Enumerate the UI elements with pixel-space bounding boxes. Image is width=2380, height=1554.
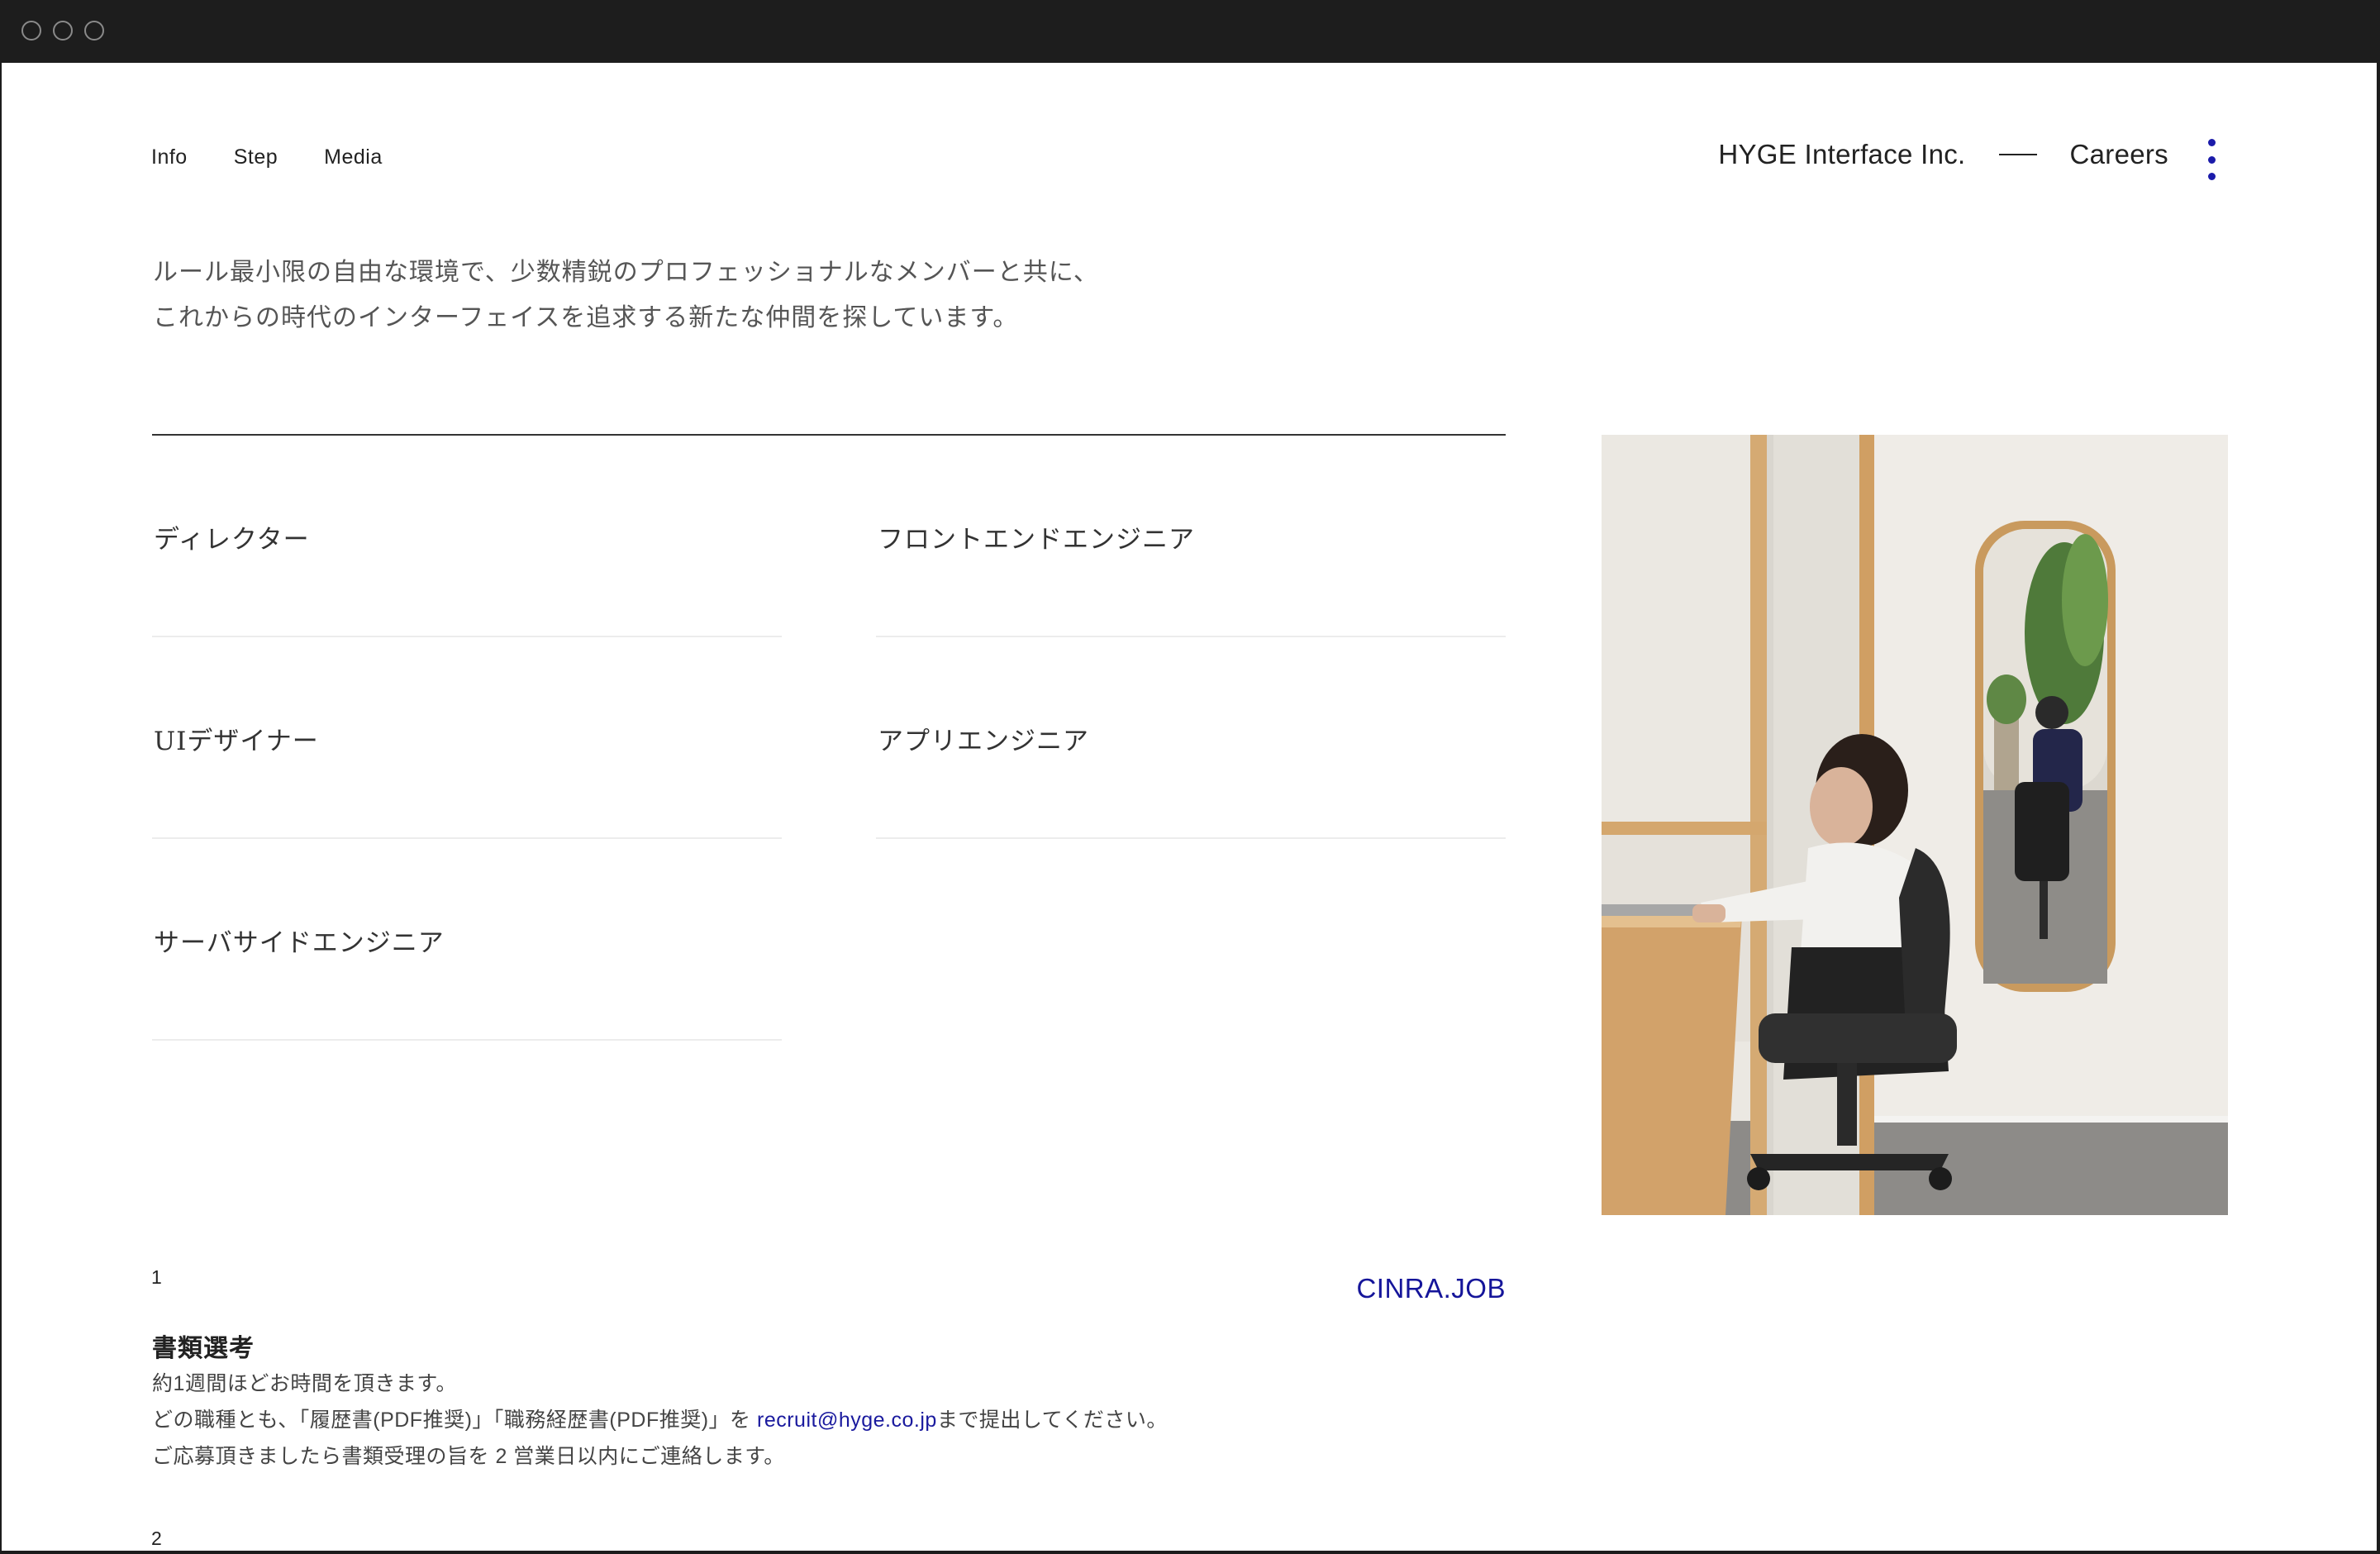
nav-media-link[interactable]: Media	[324, 145, 383, 169]
step-line-text: どの職種とも、「履歴書(PDF推奨)」「職務経歴書(PDF推奨)」を	[152, 1409, 757, 1432]
step-title: 書類選考	[152, 1335, 255, 1362]
job-item-app-engineer[interactable]: アプリエンジニア	[876, 637, 1506, 839]
menu-dot	[2207, 155, 2216, 164]
job-title: アプリエンジニア	[878, 727, 1089, 756]
company-name-link[interactable]: HYGE Interface Inc.	[1718, 139, 1965, 170]
menu-dot	[2207, 173, 2216, 180]
menu-dot	[2207, 139, 2216, 146]
recruit-email-link[interactable]: recruit@hyge.co.jp	[757, 1409, 937, 1432]
step-line: ご応募頂きましたら書類受理の旨を 2 営業日以内にご連絡します。	[152, 1445, 785, 1468]
kebab-menu-icon[interactable]	[2205, 139, 2218, 180]
window-close-button[interactable]	[21, 21, 41, 41]
intro-line: これからの時代のインターフェイスを追求する新たな仲間を探しています。	[153, 303, 1019, 332]
primary-nav: Info Step Media	[151, 145, 429, 169]
section-title: Careers	[2069, 139, 2168, 169]
window-maximize-button[interactable]	[84, 21, 104, 41]
job-title: サーバサイドエンジニア	[154, 928, 445, 958]
nav-step-link[interactable]: Step	[234, 145, 278, 169]
brand-divider	[1998, 154, 2037, 155]
step-line: 約1週間ほどお時間を頂きます。	[152, 1372, 457, 1395]
job-item-frontend-engineer[interactable]: フロントエンドエンジニア	[876, 436, 1506, 637]
step-number: 1	[151, 1266, 162, 1288]
job-title: フロントエンドエンジニア	[878, 525, 1195, 555]
office-photo	[1602, 435, 2228, 1215]
job-title: UIデザイナー	[154, 727, 319, 756]
window-minimize-button[interactable]	[53, 21, 73, 41]
step-description: 約1週間ほどお時間を頂きます。 どの職種とも、「履歴書(PDF推奨)」「職務経歴…	[152, 1366, 1168, 1475]
step-number: 2	[151, 1528, 162, 1549]
job-item-director[interactable]: ディレクター	[152, 436, 782, 637]
office-illustration	[1602, 435, 2228, 1215]
window-titlebar	[0, 0, 2380, 63]
careers-page: Info Step Media HYGE Interface Inc. Care…	[2, 63, 2377, 1551]
brand-header: HYGE Interface Inc. Careers	[1718, 139, 2168, 170]
nav-info-link[interactable]: Info	[151, 145, 188, 169]
intro-line: ルール最小限の自由な環境で、少数精鋭のプロフェッショナルなメンバーと共に、	[153, 258, 1099, 287]
cinra-job-link[interactable]: CINRA.JOB	[1356, 1273, 1506, 1304]
job-item-ui-designer[interactable]: UIデザイナー	[152, 637, 782, 839]
intro-text: ルール最小限の自由な環境で、少数精鋭のプロフェッショナルなメンバーと共に、 これ…	[153, 250, 1099, 341]
job-title: ディレクター	[154, 525, 310, 555]
step-line-text: まで提出してください。	[936, 1409, 1168, 1432]
job-item-server-side-engineer[interactable]: サーバサイドエンジニア	[152, 839, 782, 1041]
step-line: どの職種とも、「履歴書(PDF推奨)」「職務経歴書(PDF推奨)」を recru…	[152, 1402, 1168, 1438]
